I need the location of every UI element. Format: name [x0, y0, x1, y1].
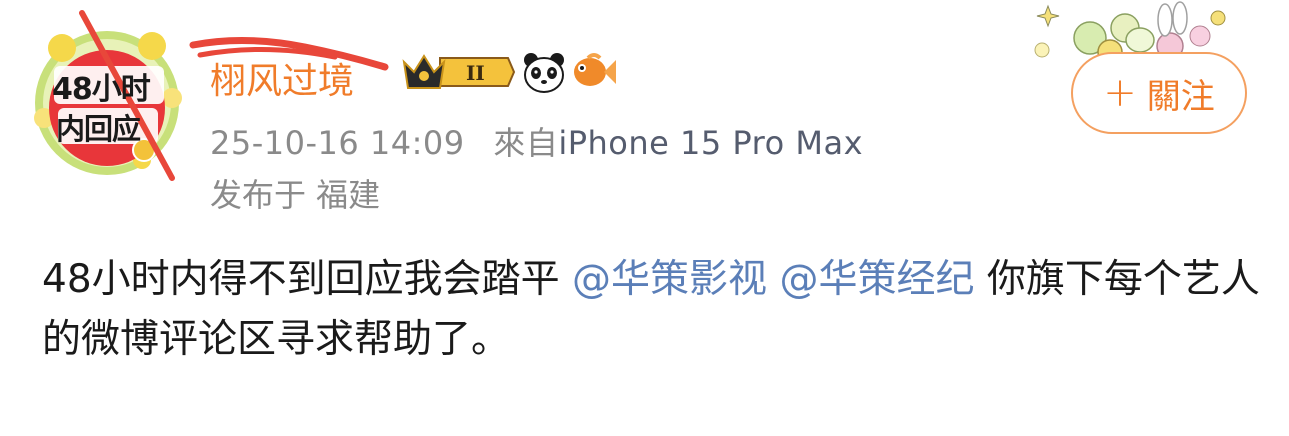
post-text-part1: 48小时内得不到回应我会踏平 [42, 257, 573, 302]
goldfish-icon [574, 53, 616, 86]
scribble-overlay-icon [189, 36, 389, 71]
panda-icon [524, 53, 564, 93]
crown-badge-icon: II [402, 54, 516, 89]
post-location: 发布于 福建 [210, 176, 381, 214]
mention-link-huace-film[interactable]: @华策影视 [572, 257, 767, 302]
follow-button[interactable]: + 關注 [1071, 52, 1247, 134]
mention-link-huace-agency[interactable]: @华策经纪 [779, 257, 974, 302]
plus-icon: + [1103, 70, 1137, 116]
level-badge-text: II [466, 61, 485, 85]
post-timestamp: 25-10-16 14:09 [210, 124, 465, 162]
post-device[interactable]: iPhone 15 Pro Max [558, 124, 863, 162]
weibo-post: 48小时 内回应 栩风过境 II 25-10-16 14:09 來自iPhone… [0, 0, 1289, 436]
avatar-text-line1: 48小时 [52, 72, 151, 107]
source-prefix: 來自 [493, 124, 559, 162]
follow-button-label: 關注 [1146, 76, 1215, 117]
post-meta: 25-10-16 14:09 來自iPhone 15 Pro Max [210, 118, 863, 164]
avatar-text-line2: 内回应 [56, 112, 141, 146]
avatar[interactable]: 48小时 内回应 [22, 8, 192, 188]
post-content: 48小时内得不到回应我会踏平 @华策影视 @华策经纪 你旗下每个艺人的微博评论区… [42, 250, 1262, 370]
